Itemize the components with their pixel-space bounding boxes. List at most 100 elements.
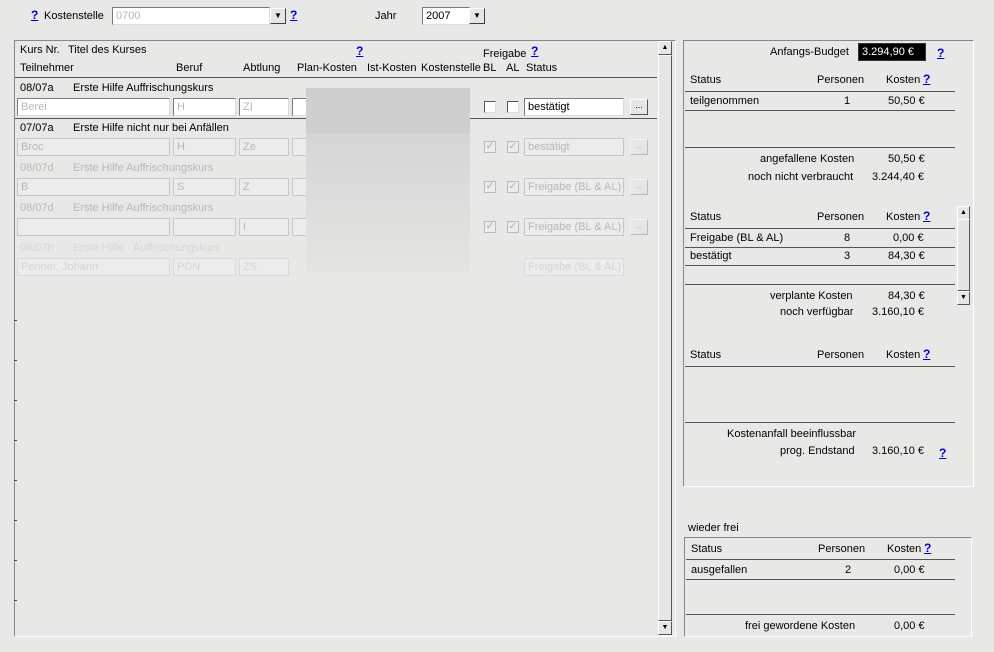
s2-help-icon[interactable]: ? [923,209,930,223]
status-field[interactable]: Freigabe (BL & AL) [524,258,624,276]
status-scrollbar[interactable]: ▲ ▼ [957,206,970,305]
bl-checkbox[interactable]: ✓ [484,181,496,193]
col-titel: Titel des Kurses [68,44,147,56]
scroll-thumb[interactable] [658,55,672,621]
anfangs-budget-field[interactable]: 3.294,90 € [858,43,926,61]
bl-checkbox[interactable] [484,101,496,113]
col-status: Status [526,62,558,74]
status-cell: teilgenommen [690,95,760,107]
course-title: Erste Hilfe Auffrischungskurs [73,202,214,214]
divider [685,422,955,423]
s3-col-kosten: Kosten [886,349,921,361]
s2-col-personen: Personen [817,211,865,223]
frei-total-value: 0,00 € [894,620,925,632]
al-checkbox[interactable]: ✓ [507,181,519,193]
scroll-down-button[interactable]: ▼ [957,291,970,305]
status-field[interactable]: Freigabe (BL & AL) [524,218,624,236]
abtlung-field[interactable]: Z [239,178,289,196]
al-checkbox[interactable] [507,101,519,113]
redacted-region [306,134,470,272]
status-field[interactable]: bestätigt [524,98,624,116]
row-details-button[interactable]: ... [630,139,648,155]
s1-col-kosten: Kosten [886,74,921,86]
status-cell: bestätigt [690,250,732,262]
beruf-field[interactable] [173,218,236,236]
budget-help-icon[interactable]: ? [937,46,944,60]
endstand-value: 3.160,10 € [872,445,924,457]
bl-checkbox[interactable]: ✓ [484,141,496,153]
divider [685,147,955,148]
col-beruf: Beruf [176,62,203,74]
kostenstelle-help-icon-2[interactable]: ? [290,8,297,22]
kosten-cell: 84,30 € [888,250,925,262]
nicht-verbraucht-label: noch nicht verbraucht [748,171,854,183]
kostenstelle-help-icon[interactable]: ? [31,8,38,22]
frei-help-icon[interactable]: ? [924,541,931,555]
beruf-field[interactable]: PDN [173,258,236,276]
freigabe-help-icon[interactable]: ? [531,44,538,58]
divider [686,614,955,615]
teilnehmer-field[interactable]: Broc [17,138,170,156]
jahr-dropdown-button[interactable]: ▼ [469,8,485,24]
anfangs-budget-label: Anfangs-Budget [770,46,849,58]
abtlung-field[interactable]: Ze [239,138,289,156]
budget-panel [683,40,974,487]
teilnehmer-field[interactable]: B [17,178,170,196]
divider [686,579,955,580]
kosten-cell: 50,50 € [888,95,925,107]
noch-verfuegbar-label: noch verfügbar [780,306,854,318]
al-checkbox[interactable]: ✓ [507,141,519,153]
kostenstelle-select[interactable]: 0700 [112,7,270,25]
row-details-button[interactable]: ... [630,99,648,115]
tick-mark [14,480,17,481]
course-title: Erste Hilfe - Auffrischungskurs [73,242,221,254]
row-details-button[interactable]: ... [630,219,648,235]
divider [685,366,955,367]
s3-col-personen: Personen [817,349,865,361]
personen-cell: 1 [844,95,851,107]
status-field[interactable]: Freigabe (BL & AL) [524,178,624,196]
status-field[interactable]: bestätigt [524,138,624,156]
course-nr: 08/07a [20,82,54,94]
teilnehmer-field[interactable] [17,218,170,236]
s2-col-kosten: Kosten [886,211,921,223]
col-freigabe: Freigabe [483,48,527,60]
al-checkbox[interactable]: ✓ [507,221,519,233]
personen-cell: 2 [845,564,852,576]
teilnehmer-field[interactable]: Penner, Johann [17,258,170,276]
teilnehmer-field[interactable]: Berei [17,98,170,116]
bl-checkbox[interactable]: ✓ [484,221,496,233]
list-help-icon[interactable]: ? [356,44,363,58]
s1-col-personen: Personen [817,74,865,86]
divider [685,110,955,111]
s1-help-icon[interactable]: ? [923,72,930,86]
s3-help-icon[interactable]: ? [923,347,930,361]
kosten-cell: 0,00 € [893,232,924,244]
divider [685,91,955,92]
scroll-down-button[interactable]: ▼ [658,621,672,635]
abtlung-field[interactable]: ZS [239,258,289,276]
jahr-select[interactable]: 2007 [422,7,470,25]
scroll-thumb[interactable] [957,219,970,291]
scroll-up-button[interactable]: ▲ [957,206,970,220]
list-scrollbar[interactable]: ▲ ▼ [658,41,672,636]
row-details-button[interactable]: ... [630,179,648,195]
course-title: Erste Hilfe nicht nur bei Anfällen [73,122,229,134]
course-title: Erste Hilfe Auffrischungskurs [73,82,214,94]
divider [685,228,955,229]
tick-mark [14,320,17,321]
abtlung-field[interactable]: ZI [239,98,289,116]
beruf-field[interactable]: H [173,138,236,156]
kostenstelle-dropdown-button[interactable]: ▼ [270,8,286,24]
beruf-field[interactable]: S [173,178,236,196]
abtlung-field[interactable]: I [239,218,289,236]
beruf-field[interactable]: H [173,98,236,116]
col-kurs-nr: Kurs Nr. [20,44,60,56]
scroll-up-button[interactable]: ▲ [658,41,672,55]
endstand-help-icon[interactable]: ? [939,446,946,460]
status-cell: ausgefallen [691,564,748,576]
col-ist-kosten: Ist-Kosten [367,62,417,74]
s1-col-status: Status [690,74,722,86]
tick-mark [14,360,17,361]
kostenanfall-label: Kostenanfall beeinflussbar [727,428,857,440]
